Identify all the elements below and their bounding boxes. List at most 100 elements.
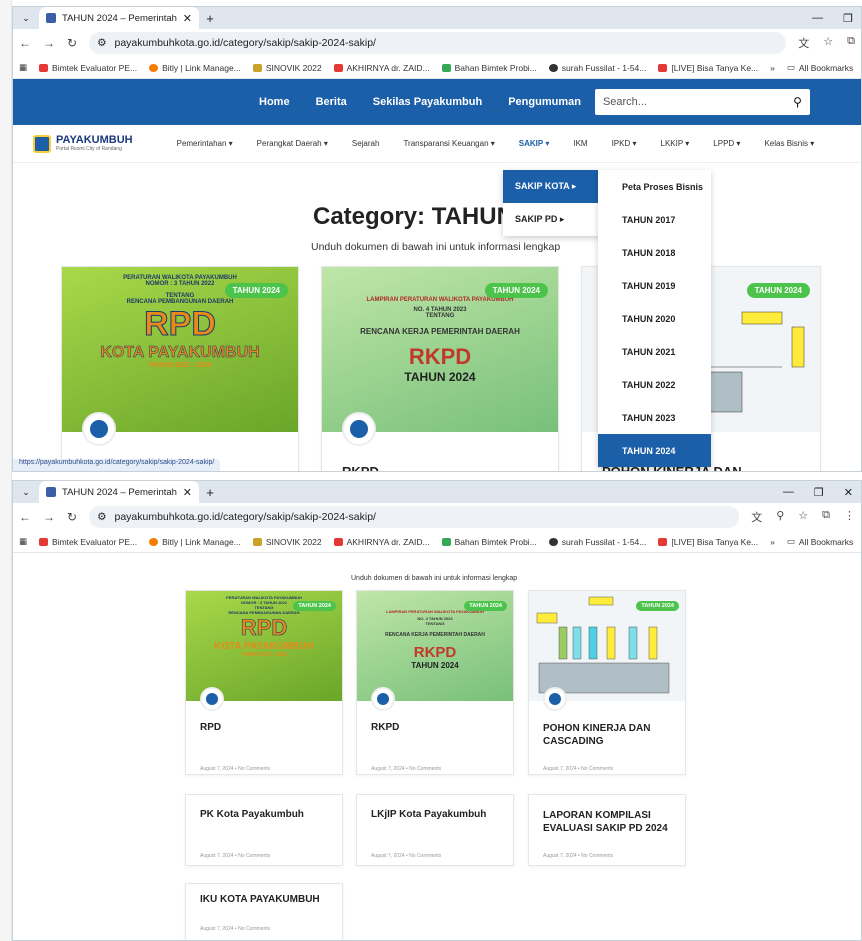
new-tab-button[interactable]: + xyxy=(199,11,221,26)
restore-icon[interactable]: ❐ xyxy=(814,486,824,499)
zoom-icon[interactable]: ⚲ xyxy=(776,509,784,525)
bookmark-star-icon[interactable]: ☆ xyxy=(798,509,808,525)
nav-berita[interactable]: Berita xyxy=(316,96,347,108)
post-card[interactable]: LAMPIRAN PERATURAN WALIKOTA PAYAKUMBUH N… xyxy=(321,266,559,471)
submenu-peta-proses[interactable]: Peta Proses Bisnis xyxy=(598,170,711,203)
bookmark-item[interactable]: SINOVIK 2022 xyxy=(252,63,322,73)
bookmark-star-icon[interactable]: ☆ xyxy=(823,35,833,51)
bookmark-item[interactable]: [LIVE] Bisa Tanya Ke... xyxy=(658,537,758,547)
apps-grid-icon[interactable]: ▦ xyxy=(19,536,27,547)
all-bookmarks-button[interactable]: ▭ All Bookmarks xyxy=(787,62,853,73)
address-bar[interactable]: ⚙ payakumbuhkota.go.id/category/sakip/sa… xyxy=(89,32,787,54)
minimize-icon[interactable]: — xyxy=(783,486,794,498)
post-thumbnail[interactable]: PERATURAN WALIKOTA PAYAKUMBUH NOMOR : 3 … xyxy=(186,591,342,701)
post-thumbnail[interactable]: PERATURAN WALIKOTA PAYAKUMBUH NOMOR : 3 … xyxy=(62,267,298,432)
post-card[interactable]: LAMPIRAN PERATURAN WALIKOTA PAYAKUMBUH N… xyxy=(356,590,514,775)
post-card[interactable]: PERATURAN WALIKOTA PAYAKUMBUH NOMOR : 3 … xyxy=(61,266,299,471)
bookmark-item[interactable]: Bitly | Link Manage... xyxy=(149,537,241,547)
submenu-2024[interactable]: TAHUN 2024 xyxy=(598,434,711,467)
browser-tab[interactable]: TAHUN 2024 – Pemerintah Kot ✕ xyxy=(39,481,199,503)
submenu-2017[interactable]: TAHUN 2017 xyxy=(598,203,711,236)
forward-icon[interactable]: → xyxy=(43,36,55,50)
menu-perangkat-daerah[interactable]: Perangkat Daerah ▾ xyxy=(257,139,328,148)
post-card[interactable]: LAPORAN KOMPILASI EVALUASI SAKIP PD 2024… xyxy=(528,794,686,866)
tab-search-icon[interactable]: ⌄ xyxy=(13,487,39,498)
close-tab-icon[interactable]: ✕ xyxy=(183,486,192,499)
more-bookmarks-button[interactable]: » xyxy=(770,537,775,547)
submenu-2020[interactable]: TAHUN 2020 xyxy=(598,302,711,335)
all-bookmarks-button[interactable]: ▭ All Bookmarks xyxy=(787,536,853,547)
post-card[interactable]: TAHUN 2024 POHON KINERJA DAN CASCADING A… xyxy=(528,590,686,775)
minimize-icon[interactable]: — xyxy=(812,12,823,24)
site-info-icon[interactable]: ⚙ xyxy=(97,511,106,523)
close-window-icon[interactable]: ✕ xyxy=(844,486,853,499)
menu-transparansi[interactable]: Transparansi Keuangan ▾ xyxy=(403,139,494,148)
post-thumbnail[interactable]: TAHUN 2024 xyxy=(529,591,685,701)
apps-grid-icon[interactable]: ▦ xyxy=(19,62,27,73)
more-bookmarks-button[interactable]: » xyxy=(770,63,775,73)
menu-kelas-bisnis[interactable]: Kelas Bisnis ▾ xyxy=(764,139,814,148)
menu-sakip-kota[interactable]: SAKIP KOTA ▸ xyxy=(503,170,600,203)
forward-icon[interactable]: → xyxy=(43,510,55,524)
menu-lppd[interactable]: LPPD ▾ xyxy=(713,139,740,148)
translate-icon[interactable]: 文 xyxy=(798,35,809,51)
bookmark-item[interactable]: AKHIRNYA dr. ZAID... xyxy=(333,537,430,547)
post-thumbnail[interactable]: LAMPIRAN PERATURAN WALIKOTA PAYAKUMBUH N… xyxy=(322,267,558,432)
new-tab-button[interactable]: + xyxy=(199,485,221,500)
reload-icon[interactable]: ↻ xyxy=(67,36,77,50)
reload-icon[interactable]: ↻ xyxy=(67,510,77,524)
site-info-icon[interactable]: ⚙ xyxy=(97,37,106,49)
submenu-2018[interactable]: TAHUN 2018 xyxy=(598,236,711,269)
menu-lkkip[interactable]: LKKIP ▾ xyxy=(661,139,690,148)
tab-search-icon[interactable]: ⌄ xyxy=(13,13,39,24)
menu-icon[interactable]: ⋮ xyxy=(844,509,855,525)
browser-tab[interactable]: TAHUN 2024 – Pemerintah Kot ✕ xyxy=(39,7,199,29)
submenu-2022[interactable]: TAHUN 2022 xyxy=(598,368,711,401)
close-tab-icon[interactable]: ✕ xyxy=(183,12,192,25)
bookmark-item[interactable]: surah Fussilat - 1-54... xyxy=(548,537,646,547)
bookmark-item[interactable]: Bitly | Link Manage... xyxy=(149,63,241,73)
back-icon[interactable]: ← xyxy=(19,510,31,524)
site-logo[interactable]: PAYAKUMBUH Portal Resmi City of Randang xyxy=(33,134,133,153)
page-subtitle: Unduh dokumen di bawah ini untuk informa… xyxy=(351,575,518,582)
restore-icon[interactable]: ❐ xyxy=(843,12,853,25)
menu-ipkd[interactable]: IPKD ▾ xyxy=(612,139,637,148)
bookmark-item[interactable]: Bahan Bimtek Probi... xyxy=(441,63,537,73)
bookmark-item[interactable]: Bimtek Evaluator PE... xyxy=(39,537,137,547)
extensions-icon[interactable]: ⧉ xyxy=(847,35,855,51)
bookmark-item[interactable]: Bahan Bimtek Probi... xyxy=(441,537,537,547)
menu-pemerintahan[interactable]: Pemerintahan ▾ xyxy=(177,139,233,148)
author-avatar[interactable] xyxy=(342,412,376,446)
submenu-2019[interactable]: TAHUN 2019 xyxy=(598,269,711,302)
post-thumbnail[interactable]: LAMPIRAN PERATURAN WALIKOTA PAYAKUMBUH N… xyxy=(357,591,513,701)
menu-sejarah[interactable]: Sejarah xyxy=(352,139,380,148)
nav-sekilas[interactable]: Sekilas Payakumbuh xyxy=(373,96,482,108)
bookmark-item[interactable]: Bimtek Evaluator PE... xyxy=(39,63,137,73)
post-meta: August 7, 2024 • No Comments xyxy=(200,853,271,859)
submenu-2023[interactable]: TAHUN 2023 xyxy=(598,401,711,434)
search-input[interactable]: Search... ⚲ xyxy=(594,89,810,115)
bookmark-item[interactable]: SINOVIK 2022 xyxy=(252,537,322,547)
post-card[interactable]: IKU KOTA PAYAKUMBUH August 7, 2024 • No … xyxy=(185,883,343,940)
bookmark-item[interactable]: AKHIRNYA dr. ZAID... xyxy=(333,63,430,73)
search-icon[interactable]: ⚲ xyxy=(793,95,802,109)
author-avatar[interactable] xyxy=(543,687,567,711)
nav-home[interactable]: Home xyxy=(259,96,290,108)
translate-icon[interactable]: 文 xyxy=(751,509,762,525)
author-avatar[interactable] xyxy=(371,687,395,711)
address-bar[interactable]: ⚙ payakumbuhkota.go.id/category/sakip/sa… xyxy=(89,506,740,528)
post-card[interactable]: PERATURAN WALIKOTA PAYAKUMBUH NOMOR : 3 … xyxy=(185,590,343,775)
nav-pengumuman[interactable]: Pengumuman xyxy=(508,96,581,108)
bookmark-item[interactable]: [LIVE] Bisa Tanya Ke... xyxy=(658,63,758,73)
back-icon[interactable]: ← xyxy=(19,36,31,50)
menu-ikm[interactable]: IKM xyxy=(573,139,587,148)
author-avatar[interactable] xyxy=(200,687,224,711)
menu-sakip[interactable]: SAKIP ▾ xyxy=(519,139,550,148)
menu-sakip-pd[interactable]: SAKIP PD ▸ xyxy=(503,203,600,236)
submenu-2021[interactable]: TAHUN 2021 xyxy=(598,335,711,368)
author-avatar[interactable] xyxy=(82,412,116,446)
extensions-icon[interactable]: ⧉ xyxy=(822,509,830,525)
post-card[interactable]: LKjIP Kota Payakumbuh August 7, 2024 • N… xyxy=(356,794,514,866)
bookmark-item[interactable]: surah Fussilat - 1-54... xyxy=(548,63,646,73)
post-card[interactable]: PK Kota Payakumbuh August 7, 2024 • No C… xyxy=(185,794,343,866)
